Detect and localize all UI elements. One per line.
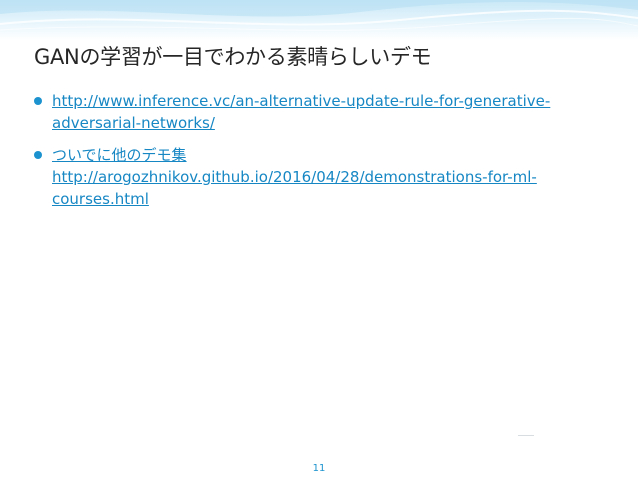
link-line[interactable]: courses.html <box>52 188 614 210</box>
link-line[interactable]: ついでに他のデモ集 <box>52 144 614 166</box>
link-line[interactable]: adversarial-networks/ <box>52 112 614 134</box>
link-demo-collection[interactable]: ついでに他のデモ集 http://arogozhnikov.github.io/… <box>52 144 614 210</box>
page-number: 11 <box>312 463 326 474</box>
link-line[interactable]: http://arogozhnikov.github.io/2016/04/28… <box>52 166 614 188</box>
divider <box>518 435 534 436</box>
link-line[interactable]: http://www.inference.vc/an-alternative-u… <box>52 90 614 112</box>
slide-title: GANの学習が一目でわかる素晴らしいデモ <box>34 45 432 69</box>
list-item: ついでに他のデモ集 http://arogozhnikov.github.io/… <box>34 144 614 210</box>
bullet-list: http://www.inference.vc/an-alternative-u… <box>34 90 614 220</box>
bullet-icon <box>34 97 42 105</box>
link-inference-vc[interactable]: http://www.inference.vc/an-alternative-u… <box>52 90 614 134</box>
wave-decoration <box>0 0 638 31</box>
bullet-icon <box>34 151 42 159</box>
list-item: http://www.inference.vc/an-alternative-u… <box>34 90 614 134</box>
header-decoration <box>0 0 638 40</box>
